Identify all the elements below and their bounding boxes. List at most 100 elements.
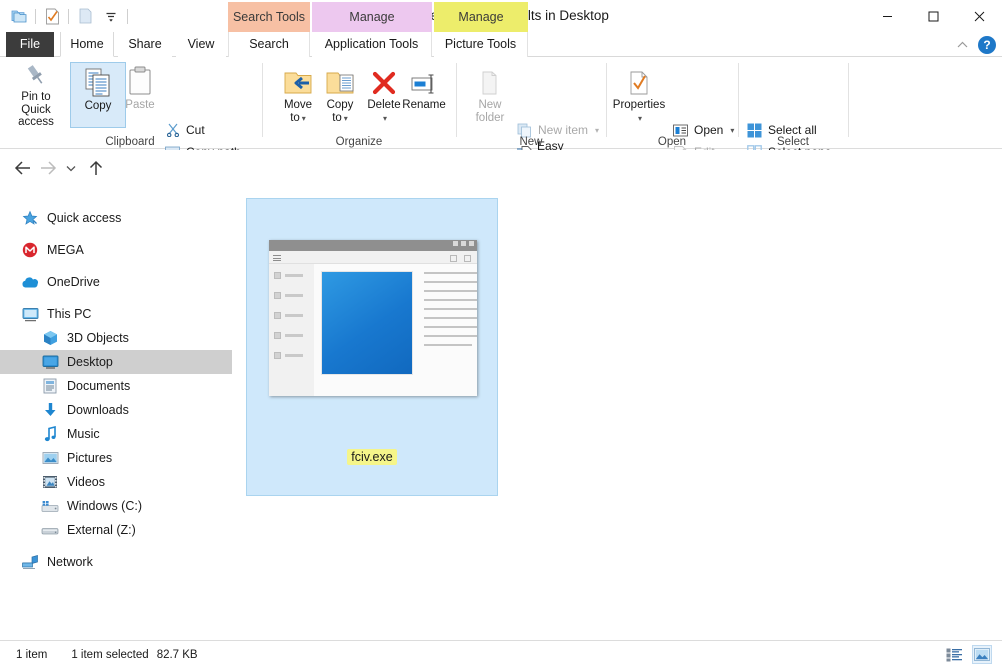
music-icon	[40, 424, 60, 444]
documents-icon	[40, 376, 60, 396]
group-label-clipboard: Clipboard	[105, 136, 155, 148]
monitor-icon	[20, 304, 40, 324]
external-drive-icon	[40, 520, 60, 540]
sidebar-item-desktop[interactable]: Desktop	[0, 350, 232, 374]
open-label: Open	[694, 123, 724, 137]
ribbon-group-select: Select all Select none	[740, 57, 846, 188]
sidebar-item-videos[interactable]: Videos	[0, 470, 232, 494]
sidebar-item-network[interactable]: Network	[0, 550, 232, 574]
new-folder-button[interactable]: New folder	[462, 62, 518, 128]
window-controls	[864, 0, 1002, 32]
items-view[interactable]: fciv.exe	[232, 192, 1002, 640]
chevron-down-icon: ▾	[382, 113, 387, 123]
rename-icon	[409, 62, 439, 96]
sidebar-item-label: Pictures	[67, 451, 113, 465]
close-button[interactable]	[956, 0, 1002, 32]
copy-to-label-1: Copy	[326, 99, 354, 111]
tab-home[interactable]: Home	[60, 32, 114, 57]
sidebar-item-quick-access[interactable]: Quick access	[0, 206, 232, 230]
back-button[interactable]	[10, 156, 34, 180]
file-item-fciv-exe[interactable]: fciv.exe	[246, 198, 498, 496]
properties-button[interactable]: Properties ▾	[608, 62, 670, 128]
downloads-icon	[40, 400, 60, 420]
group-separator-2	[456, 63, 457, 137]
copy-label: Copy	[84, 100, 112, 112]
sidebar-item-downloads[interactable]: Downloads	[0, 398, 232, 422]
tab-application-tools[interactable]: Application Tools	[312, 32, 432, 57]
new-folder-icon	[479, 62, 501, 96]
sidebar-item-label: Desktop	[67, 355, 113, 369]
maximize-button[interactable]	[910, 0, 956, 32]
group-label-new: New	[519, 136, 543, 148]
group-separator-1	[262, 63, 263, 137]
chevron-down-icon: ▾	[343, 113, 348, 123]
sidebar-item-label: Windows (C:)	[67, 499, 143, 513]
sidebar-item-onedrive[interactable]: OneDrive	[0, 270, 232, 294]
sidebar-item-3d-objects[interactable]: 3D Objects	[0, 326, 232, 350]
navigation-bar: › Search Results in Desktop fciv.exe	[0, 150, 1002, 330]
sidebar-item-label: External (Z:)	[67, 523, 136, 537]
sidebar-item-pictures[interactable]: Pictures	[0, 446, 232, 470]
cloud-icon	[20, 272, 40, 292]
thumb-close-icon	[469, 241, 474, 246]
tab-search[interactable]: Search	[228, 32, 310, 57]
contextual-header-picture-tools: Manage	[434, 2, 528, 32]
chevron-down-icon: ▾	[637, 113, 642, 123]
sidebar-item-label: OneDrive	[47, 275, 100, 289]
thumb-sidebar-row	[274, 312, 303, 319]
paste-label: Paste	[125, 99, 155, 111]
minimize-button[interactable]	[864, 0, 910, 32]
group-separator-3	[606, 63, 607, 137]
copy-to-label-2: to ▾	[332, 112, 348, 126]
navigation-pane[interactable]: Quick access MEGA OneDrive This PC 3D Ob…	[0, 192, 232, 640]
large-icons-view-button[interactable]	[972, 645, 992, 664]
file-name-label: fciv.exe	[247, 449, 497, 465]
file-thumbnail	[269, 240, 477, 396]
new-folder-label-1: New	[478, 99, 502, 111]
sidebar-item-external-z[interactable]: External (Z:)	[0, 518, 232, 542]
copy-to-label-2-text: to	[332, 111, 342, 124]
thumb-preview-image	[321, 271, 413, 375]
details-view-button[interactable]	[944, 645, 964, 664]
rename-button[interactable]: Rename	[398, 62, 450, 128]
group-label-organize: Organize	[335, 136, 383, 148]
status-selected-size: 82.7 KB	[156, 648, 198, 661]
sidebar-item-this-pc[interactable]: This PC	[0, 302, 232, 326]
chevron-up-icon[interactable]	[952, 35, 972, 55]
delete-x-icon	[371, 62, 397, 96]
properties-label: Properties	[612, 99, 666, 111]
star-icon	[20, 208, 40, 228]
thumb-toolbar	[269, 251, 477, 264]
up-button[interactable]	[84, 156, 108, 180]
forward-button[interactable]	[36, 156, 60, 180]
tab-view[interactable]: View	[176, 32, 226, 57]
mega-icon	[20, 240, 40, 260]
recent-locations-button[interactable]	[62, 156, 80, 180]
pin-to-quick-access-button[interactable]: Pin to Quick access	[8, 62, 64, 128]
group-label-open: Open	[657, 136, 687, 148]
file-explorer-window: fciv.exe - Search Results in Desktop Sea…	[0, 0, 1002, 668]
sidebar-item-mega[interactable]: MEGA	[0, 238, 232, 262]
thumb-sidebar-row	[274, 292, 303, 299]
hamburger-icon	[273, 255, 281, 261]
sidebar-item-label: Documents	[67, 379, 131, 393]
help-icon[interactable]: ?	[978, 36, 996, 54]
pictures-icon	[40, 448, 60, 468]
paste-button[interactable]: Paste	[112, 62, 168, 128]
ribbon-group-open: Properties ▾ Open ▾ Open	[608, 57, 736, 181]
sidebar-item-music[interactable]: Music	[0, 422, 232, 446]
tab-share[interactable]: Share	[118, 32, 172, 57]
sidebar-item-label: Quick access	[47, 211, 122, 225]
sidebar-item-windows-c[interactable]: Windows (C:)	[0, 494, 232, 518]
group-label-select: Select	[777, 136, 809, 148]
sidebar-item-label: This PC	[47, 307, 92, 321]
group-separator-4	[738, 63, 739, 137]
rename-label: Rename	[402, 99, 446, 111]
move-to-icon	[283, 62, 313, 96]
sidebar-item-documents[interactable]: Documents	[0, 374, 232, 398]
ribbon-group-organize: Move to ▾ Copy to ▾ Delete ▾ Rename Orga…	[264, 57, 454, 149]
sidebar-item-label: Videos	[67, 475, 105, 489]
tab-picture-tools[interactable]: Picture Tools	[434, 32, 528, 57]
delete-label: Delete	[367, 99, 401, 111]
tab-file[interactable]: File	[6, 32, 54, 57]
